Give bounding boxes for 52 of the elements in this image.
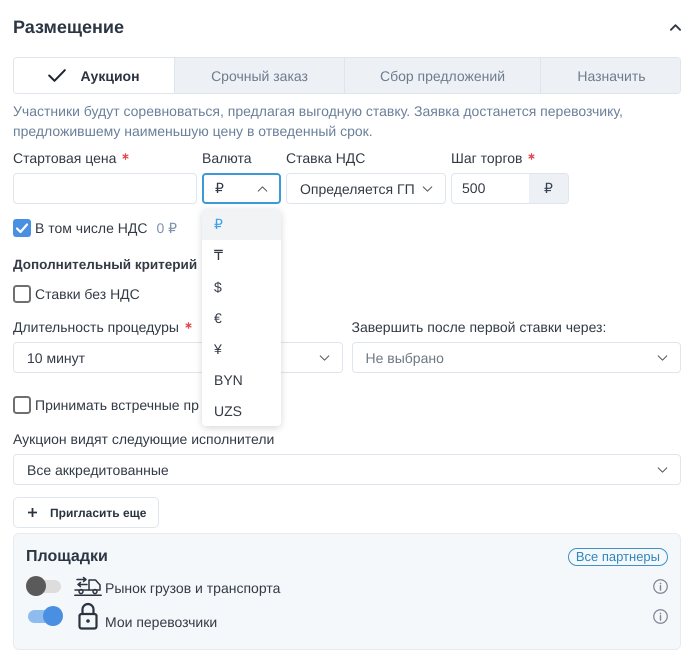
plus-icon <box>28 508 37 517</box>
dropdown-option[interactable]: $ <box>202 271 281 302</box>
checkbox-label: В том числе НДС <box>35 220 148 236</box>
chevron-up-icon[interactable] <box>670 24 681 30</box>
dropdown-option[interactable]: € <box>202 302 281 333</box>
tab[interactable]: Сбор предложений <box>344 58 540 93</box>
description-text: Участники будут соревноваться, предлагая выгодную ставку. Заявка достанется перевозчику, предложившему наименьшую цену в отведенный срок. <box>13 102 624 141</box>
dropdown-option[interactable]: UZS <box>202 395 281 426</box>
partners-tag[interactable]: Все партнеры <box>568 548 668 566</box>
dropdown-option[interactable]: ¥ <box>202 333 281 364</box>
toggle-switch[interactable] <box>26 606 63 626</box>
field-label: Стартовая цена <box>13 149 116 168</box>
field-label: Валюта <box>202 149 252 168</box>
field-label: Длительность процедуры <box>13 318 179 337</box>
invite-button[interactable]: Пригласить еще <box>13 497 160 528</box>
subsection-title: Дополнительный критерий <box>13 256 198 274</box>
lock-icon <box>78 602 98 630</box>
info-icon[interactable] <box>653 608 668 624</box>
field-label: Ставка НДС <box>286 149 366 168</box>
truck-icon <box>74 576 102 596</box>
chevron-down-icon <box>422 186 433 192</box>
price-input[interactable] <box>13 173 197 204</box>
select-field[interactable]: Все аккредитованные <box>13 454 681 485</box>
chevron-up-icon <box>257 186 268 192</box>
field-label: Аукцион видят следующие исполнители <box>13 431 274 447</box>
vat-amount: 0 ₽ <box>156 220 178 236</box>
info-icon[interactable] <box>653 578 668 594</box>
platform-label: Мои перевозчики <box>105 613 218 632</box>
bid-step-field[interactable]: 500 ₽ <box>451 173 569 204</box>
field-label: Завершить после первой ставки через: <box>352 318 606 337</box>
dropdown-option[interactable]: BYN <box>202 364 281 395</box>
dropdown-option[interactable]: ₸ <box>202 240 281 271</box>
checkbox[interactable] <box>13 396 31 414</box>
tab[interactable]: Срочный заказ <box>174 58 344 93</box>
currency-select[interactable]: ₽ <box>202 173 281 204</box>
field-label: Шаг торгов <box>451 149 522 168</box>
section-title: Размещение <box>13 16 124 39</box>
panel-title: Площадки <box>26 548 108 566</box>
checkbox[interactable] <box>13 219 31 237</box>
chevron-down-icon <box>657 466 668 472</box>
tab[interactable]: Назначить <box>540 58 680 93</box>
currency-suffix: ₽ <box>529 174 568 203</box>
check-icon <box>48 69 66 82</box>
platform-label: Рынок грузов и транспорта <box>105 579 280 598</box>
checkbox-label: Принимать встречные пр <box>35 397 199 413</box>
checkbox-label: Ставки без НДС <box>35 286 140 302</box>
checkbox[interactable] <box>13 285 31 303</box>
chevron-down-icon <box>657 354 668 360</box>
select-field[interactable]: Не выбрано <box>352 342 681 373</box>
vat-select[interactable]: Определяется ГП <box>286 173 446 204</box>
chevron-down-icon <box>318 354 330 360</box>
toggle-switch[interactable] <box>26 576 63 596</box>
